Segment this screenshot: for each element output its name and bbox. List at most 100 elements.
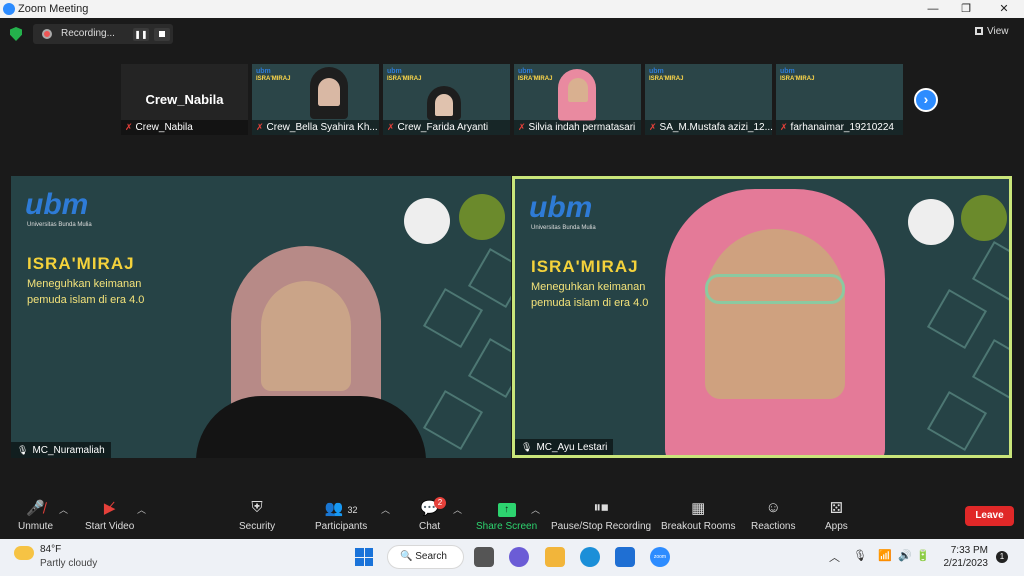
- participants-button[interactable]: 👥 32 Participants: [315, 499, 367, 532]
- security-button[interactable]: ⛨ Security: [239, 499, 275, 532]
- apps-icon: ⚄: [829, 500, 843, 517]
- mini-slide: ubm ISRA'MIRAJ: [518, 68, 553, 82]
- participants-icon: 👥 32: [324, 500, 358, 517]
- shield-icon: ⛨: [251, 499, 263, 516]
- notification-badge[interactable]: 1: [996, 551, 1008, 563]
- slide-title: ISRA'MIRAJ: [27, 254, 135, 273]
- apps-button[interactable]: ⚄ Apps: [825, 499, 848, 532]
- weather-condition[interactable]: Partly cloudy: [40, 558, 97, 569]
- show-hidden-icons-chevron-icon[interactable]: ︿: [829, 549, 840, 565]
- taskbar-search[interactable]: 🔍 Search: [387, 545, 464, 569]
- start-video-button[interactable]: ▶̸ Start Video: [85, 499, 134, 532]
- participants-count: 32: [347, 505, 358, 515]
- participant-name-tag: ✗ Silvia indah permatasari: [514, 120, 641, 135]
- task-view-icon[interactable]: [474, 547, 494, 567]
- minimize-button[interactable]: —: [918, 2, 948, 16]
- slide-subtitle-line1: Meneguhkan keimanan: [27, 278, 142, 290]
- maximize-button[interactable]: ❐: [951, 2, 981, 16]
- microphone-icon[interactable]: 🎙: [853, 549, 867, 562]
- share-options-chevron-icon[interactable]: ︿: [531, 503, 540, 516]
- share-screen-icon: ↑: [476, 499, 537, 517]
- hexagon-decoration-icon: [971, 338, 1009, 400]
- participants-label: Participants: [315, 521, 368, 532]
- ubm-logo: ubm: [25, 188, 89, 221]
- recording-label: Recording...: [61, 28, 115, 39]
- ministry-emblem-icon: [459, 194, 505, 240]
- chat-options-chevron-icon[interactable]: ︿: [453, 503, 462, 516]
- breakout-rooms-button[interactable]: ▦ Breakout Rooms: [661, 499, 735, 532]
- apps-label: Apps: [825, 521, 848, 532]
- participant-thumbnail[interactable]: ubm ISRA'MIRAJ ✗ Crew_Farida Aryanti: [383, 64, 510, 135]
- next-page-chevron-icon[interactable]: ›: [914, 88, 938, 112]
- breakout-rooms-icon: ▦: [691, 500, 706, 517]
- encryption-shield-icon[interactable]: [10, 27, 22, 41]
- system-clock[interactable]: 7:33 PM 2/21/2023: [938, 544, 989, 570]
- edge-browser-icon[interactable]: [580, 547, 600, 567]
- mini-slide-title: ISRA'MIRAJ: [518, 76, 553, 82]
- wifi-icon[interactable]: 📶: [878, 549, 892, 562]
- slide-title: ISRA'MIRAJ: [531, 257, 639, 276]
- participants-options-chevron-icon[interactable]: ︿: [381, 503, 390, 516]
- glasses-icon: [705, 274, 845, 304]
- zoom-logo-icon: [3, 3, 15, 15]
- pause-recording-button[interactable]: ❚❚: [133, 28, 149, 41]
- windows-taskbar: 84°F Partly cloudy 🔍 Search zoom ︿ 🎙 📶 🔊…: [0, 539, 1024, 576]
- slide-subtitle-line2: pemuda islam di era 4.0: [531, 297, 649, 309]
- mini-slide-title: ISRA'MIRAJ: [780, 76, 815, 82]
- mail-icon[interactable]: [615, 547, 635, 567]
- video-options-chevron-icon[interactable]: ︿: [137, 503, 146, 516]
- active-speaker-tile[interactable]: ubm Universitas Bunda Mulia ISRA'MIRAJ M…: [512, 176, 1012, 458]
- participant-face: [435, 94, 453, 116]
- start-video-label: Start Video: [85, 521, 135, 532]
- battery-icon[interactable]: 🔋: [916, 549, 930, 562]
- ubm-logo-subtitle: Universitas Bunda Mulia: [27, 222, 92, 228]
- participant-face: [568, 78, 588, 102]
- title-bar: Zoom Meeting — ❐ ✕: [0, 0, 1024, 18]
- weather-temperature[interactable]: 84°F: [40, 544, 61, 555]
- participant-name: SA_M.Mustafa azizi_12...: [659, 122, 772, 133]
- participant-name-tag: 🎙 MC_Ayu Lestari: [515, 439, 614, 455]
- ministry-emblem-icon: [961, 195, 1007, 241]
- file-explorer-icon[interactable]: [545, 547, 565, 567]
- ubm-logo-subtitle: Universitas Bunda Mulia: [531, 225, 596, 231]
- mic-icon: 🎙: [17, 445, 29, 455]
- mini-slide-title: ISRA'MIRAJ: [387, 76, 422, 82]
- mic-icon: 🎙: [521, 442, 533, 452]
- participant-name: MC_Ayu Lestari: [536, 442, 608, 453]
- participant-name-tag: ✗ Crew_Farida Aryanti: [383, 120, 510, 135]
- participant-thumbnail[interactable]: ubm ISRA'MIRAJ ✗ farhanaimar_19210224: [776, 64, 903, 135]
- pause-stop-recording-button[interactable]: ⏸⏹ Pause/Stop Recording: [551, 499, 651, 532]
- unmute-button[interactable]: 🎤̸ Unmute: [18, 499, 53, 532]
- participant-clothing: [196, 396, 426, 458]
- slide-subtitle-line1: Meneguhkan keimanan: [531, 281, 646, 293]
- video-tile[interactable]: ubm Universitas Bunda Mulia ISRA'MIRAJ M…: [11, 176, 511, 458]
- zoom-taskbar-icon[interactable]: zoom: [650, 547, 670, 567]
- close-button[interactable]: ✕: [989, 2, 1019, 16]
- share-screen-button[interactable]: ↑ Share Screen: [476, 499, 537, 532]
- hexagon-decoration-icon: [926, 390, 988, 452]
- muted-mic-icon: ✗: [518, 122, 526, 132]
- pause-stop-label: Pause/Stop Recording: [551, 521, 652, 532]
- meeting-toolbar: 🎤̸ Unmute ︿ ▶̸ Start Video ︿ ⛨ Security 👥 3…: [0, 495, 1024, 539]
- window-title: Zoom Meeting: [18, 3, 89, 15]
- chat-label: Chat: [419, 521, 441, 532]
- participant-name: Crew_Nabila: [135, 122, 193, 133]
- leave-button[interactable]: Leave: [965, 506, 1014, 526]
- search-label: Search: [415, 551, 447, 562]
- view-label: View: [987, 26, 1009, 37]
- windows-start-icon[interactable]: [355, 548, 373, 566]
- volume-icon[interactable]: 🔊: [898, 549, 912, 562]
- participant-display-name: Crew_Nabila: [145, 92, 224, 107]
- stop-recording-button[interactable]: [154, 28, 170, 41]
- weather-cloud-icon[interactable]: [14, 546, 34, 560]
- participant-thumbnail[interactable]: ubm ISRA'MIRAJ ✗ SA_M.Mustafa azizi_12...: [645, 64, 772, 135]
- reactions-button[interactable]: ☺ Reactions: [751, 499, 795, 532]
- participant-thumbnail[interactable]: Crew_Nabila ✗ Crew_Nabila: [121, 64, 248, 135]
- view-button[interactable]: View: [975, 26, 1009, 37]
- participant-thumbnail[interactable]: ubm ISRA'MIRAJ ✗ Silvia indah permatasari: [514, 64, 641, 135]
- audio-options-chevron-icon[interactable]: ︿: [59, 503, 68, 516]
- breakout-rooms-label: Breakout Rooms: [661, 521, 736, 532]
- teams-chat-icon[interactable]: [509, 547, 529, 567]
- participant-thumbnail[interactable]: ubm ISRA'MIRAJ ✗ Crew_Bella Syahira Kh...: [252, 64, 379, 135]
- participant-name-tag: ✗ farhanaimar_19210224: [776, 120, 903, 135]
